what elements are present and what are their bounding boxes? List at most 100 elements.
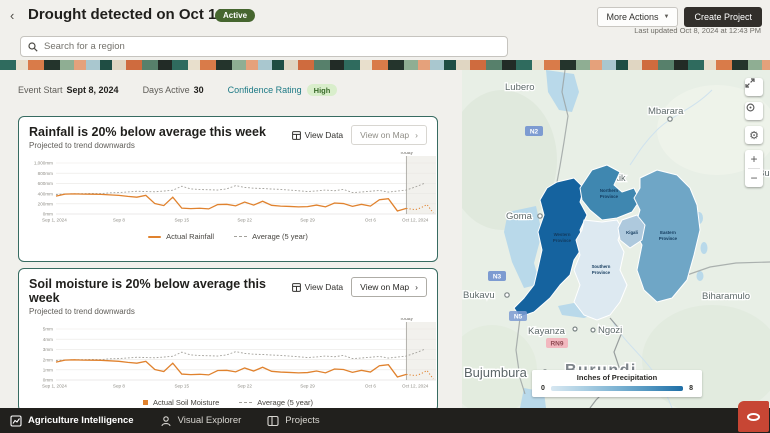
rainfall-card-title: Rainfall is 20% below average this week: [29, 125, 266, 139]
precip-min-label: 0: [541, 385, 545, 392]
svg-text:1mm: 1mm: [43, 368, 53, 373]
city-marker-bukavu: [505, 293, 509, 297]
chevron-down-icon: ▼: [664, 14, 670, 20]
city-marker-goma: [538, 214, 542, 218]
event-meta-row: Event StartSept 8, 2024 Days Active30 Co…: [18, 84, 337, 96]
soil-card-title: Soil moisture is 20% below average this …: [29, 277, 292, 305]
province-label: Eastern: [660, 230, 676, 235]
province-label: Province: [659, 236, 678, 241]
search-row: [0, 33, 770, 60]
app-window: ‹ Drought detected on Oct 10 Active More…: [0, 0, 770, 433]
svg-text:Today: Today: [400, 152, 414, 156]
svg-text:200mm: 200mm: [38, 202, 53, 207]
legend-label: Actual Rainfall: [166, 232, 214, 241]
confidence-rating-link[interactable]: Confidence Rating: [228, 85, 302, 95]
agriculture-intelligence-icon: [10, 415, 22, 427]
legend-dashed-line-icon: [234, 236, 247, 237]
svg-text:0mm: 0mm: [43, 378, 53, 383]
small-lake: [697, 271, 704, 281]
svg-text:Oct 12, 2024: Oct 12, 2024: [402, 218, 429, 223]
bottom-nav-bar: Agriculture Intelligence Visual Explorer…: [0, 408, 770, 433]
city-marker-mbarara: [668, 117, 672, 121]
view-on-map-button[interactable]: View on Map ›: [351, 125, 427, 145]
locate-icon: [745, 102, 756, 113]
soil-chart-legend: Actual Soil Moisture Average (5 year): [29, 398, 427, 407]
visual-explorer-icon: [160, 415, 172, 427]
svg-text:Oct 12, 2024: Oct 12, 2024: [402, 384, 429, 389]
precip-max-label: 8: [689, 385, 693, 392]
city-label-biharamulo: Biharamulo: [702, 291, 750, 302]
legend-label: Average (5 year): [257, 398, 313, 407]
svg-text:Sep 29: Sep 29: [300, 384, 315, 389]
road-badge-n2-label: N2: [530, 129, 539, 136]
legend-square-icon: [143, 400, 148, 405]
svg-text:600mm: 600mm: [38, 181, 53, 186]
expand-icon: [745, 78, 755, 88]
svg-text:Sep 15: Sep 15: [174, 384, 189, 389]
province-label: Kigali: [626, 230, 638, 235]
decorative-banner-strip: [0, 60, 770, 70]
zoom-out-button[interactable]: −: [745, 169, 763, 187]
map-panel[interactable]: Kik Western Province Northern Province E…: [462, 70, 770, 408]
nav-label: Projects: [285, 415, 319, 426]
rainfall-card-subtitle: Projected to trend downwards: [29, 141, 266, 150]
province-label: Province: [553, 238, 572, 243]
svg-text:5mm: 5mm: [43, 327, 53, 332]
map-settings-button[interactable]: ⚙: [745, 126, 763, 144]
svg-text:Sep 8: Sep 8: [113, 384, 125, 389]
nav-item-projects[interactable]: Projects: [267, 415, 319, 427]
search-box[interactable]: [20, 36, 508, 57]
create-project-button[interactable]: Create Project: [684, 7, 762, 27]
view-data-button[interactable]: View Data: [292, 130, 344, 140]
city-label-mbarara: Mbarara: [648, 106, 684, 117]
more-actions-button[interactable]: More Actions ▼: [597, 7, 678, 27]
city-label-ngozi: Ngozi: [598, 325, 622, 336]
gear-icon: ⚙: [749, 129, 759, 142]
city-marker-kayanza: [573, 327, 577, 331]
view-on-map-label: View on Map: [360, 282, 409, 292]
nav-item-agriculture-intelligence[interactable]: Agriculture Intelligence: [10, 415, 134, 427]
legend-item: Actual Rainfall: [148, 232, 214, 241]
road-badge-n5-label: N5: [514, 314, 523, 321]
legend-label: Actual Soil Moisture: [153, 398, 219, 407]
legend-item: Average (5 year): [239, 398, 313, 407]
precip-gradient-bar: [551, 386, 683, 391]
rainfall-chart: 1,000mm800mm600mm400mm200mm0mmSep 1, 202…: [29, 152, 443, 232]
city-label-goma: Goma: [506, 211, 533, 222]
svg-text:Today: Today: [400, 318, 414, 322]
city-label-bujumbura: Bujumbura: [464, 365, 528, 380]
view-data-label: View Data: [305, 130, 344, 140]
map-zoom-control: + −: [745, 150, 763, 187]
zoom-in-button[interactable]: +: [745, 150, 763, 168]
map-fullscreen-button[interactable]: [745, 78, 763, 96]
legend-label: Average (5 year): [252, 232, 308, 241]
legend-item: Average (5 year): [234, 232, 308, 241]
nav-item-visual-explorer[interactable]: Visual Explorer: [160, 415, 242, 427]
precipitation-legend: Inches of Precipitation 0 8: [532, 370, 702, 397]
view-data-button[interactable]: View Data: [292, 282, 344, 292]
svg-text:Oct 6: Oct 6: [365, 218, 376, 223]
view-on-map-button[interactable]: View on Map ›: [351, 277, 427, 297]
svg-text:1,000mm: 1,000mm: [34, 161, 53, 166]
oracle-chat-widget[interactable]: [738, 401, 769, 432]
province-label: Northern: [600, 188, 619, 193]
province-label: Southern: [592, 264, 611, 269]
view-data-icon: [292, 131, 301, 140]
map-locate-button[interactable]: [745, 102, 763, 120]
svg-text:2mm: 2mm: [43, 357, 53, 362]
city-marker-ngozi: [591, 328, 595, 332]
road-badge-rn9-label: RN9: [550, 341, 563, 348]
soil-moisture-chart: 5mm4mm3mm2mm1mm0mmSep 1, 2024Sep 8Sep 15…: [29, 318, 443, 398]
search-icon: [28, 42, 38, 52]
back-icon[interactable]: ‹: [10, 8, 14, 23]
event-detail-panel: Event StartSept 8, 2024 Days Active30 Co…: [0, 70, 462, 408]
svg-text:Sep 8: Sep 8: [113, 218, 125, 223]
svg-text:Oct 6: Oct 6: [365, 384, 376, 389]
city-label-kayanza: Kayanza: [528, 326, 566, 337]
status-badge: Active: [215, 9, 255, 22]
svg-text:0mm: 0mm: [43, 212, 53, 217]
search-input[interactable]: [44, 41, 500, 52]
province-label: Western: [554, 232, 571, 237]
svg-text:400mm: 400mm: [38, 191, 53, 196]
chevron-right-icon: ›: [415, 282, 418, 292]
